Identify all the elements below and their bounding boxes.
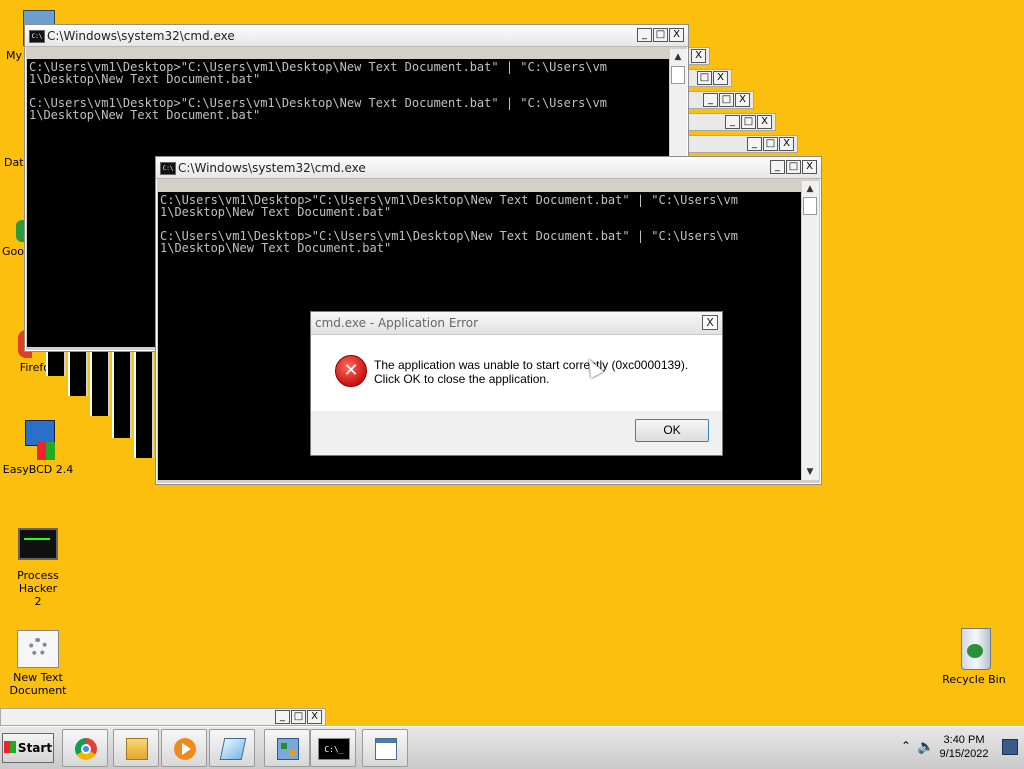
desktop-icon-new-text-document[interactable]: New Text Document — [2, 630, 74, 697]
window-controls: _ □ X — [703, 93, 750, 107]
notepad-icon — [219, 738, 247, 760]
batch-file-icon — [17, 630, 59, 668]
scroll-up-icon[interactable]: ▲ — [802, 181, 818, 197]
taskbar-media-player[interactable] — [161, 729, 207, 767]
dialog-body: ✕ The application was unable to start co… — [311, 335, 722, 411]
control-panel-icon — [277, 738, 299, 760]
window-title: C:\Windows\system32\cmd.exe — [47, 29, 235, 43]
scroll-thumb[interactable] — [803, 197, 817, 215]
desktop-icon-label: Document — [9, 684, 67, 697]
system-tray: ⌃ 🔈 3:40 PM 9/15/2022 — [899, 727, 1024, 769]
maximize-button[interactable]: □ — [653, 28, 668, 42]
cmd-icon: C:\ — [29, 30, 45, 43]
stacked-window-edge — [112, 346, 132, 438]
maximize-button[interactable]: □ — [741, 115, 756, 129]
taskbar-cmd[interactable]: C:\_ — [310, 729, 356, 767]
maximize-button[interactable]: □ — [291, 710, 306, 724]
desktop-icon-label: Recycle Bin — [942, 673, 1006, 686]
minimized-window-titlebar[interactable]: _ □ X — [0, 708, 326, 726]
window-title: C:\Windows\system32\cmd.exe — [178, 161, 366, 175]
maximize-button[interactable]: □ — [697, 71, 712, 85]
clock[interactable]: 3:40 PM 9/15/2022 — [934, 733, 994, 761]
taskbar-control-panel[interactable] — [264, 729, 310, 767]
vertical-scrollbar[interactable]: ▲ ▼ — [801, 181, 819, 480]
error-icon: ✕ — [335, 355, 367, 387]
minimize-button[interactable]: _ — [703, 93, 718, 107]
dialog-close-button[interactable]: X — [702, 315, 718, 330]
stacked-window-edge — [68, 346, 88, 396]
close-button[interactable]: X — [669, 28, 684, 42]
scroll-up-icon[interactable]: ▲ — [670, 49, 686, 65]
desktop-icon-label: Process Hacker — [17, 569, 59, 595]
close-button[interactable]: X — [735, 93, 750, 107]
window-controls: _ □ X — [275, 710, 322, 724]
scroll-thumb[interactable] — [671, 66, 685, 84]
desktop-icon-label: 2 — [34, 595, 42, 608]
close-button[interactable]: X — [691, 49, 706, 63]
close-button[interactable]: X — [779, 137, 794, 151]
start-label: Start — [17, 741, 53, 755]
window-controls: □ X — [697, 71, 728, 85]
windows-flag-icon — [3, 741, 16, 753]
application-error-dialog[interactable]: cmd.exe - Application Error X ✕ The appl… — [310, 311, 723, 456]
taskbar-notepad[interactable] — [209, 729, 255, 767]
taskbar-window[interactable] — [362, 729, 408, 767]
window-titlebar[interactable]: C:\ C:\Windows\system32\cmd.exe _ □ X — [156, 157, 821, 179]
volume-icon[interactable]: 🔈 — [917, 739, 934, 755]
ok-button[interactable]: OK — [635, 419, 709, 442]
dialog-title: cmd.exe - Application Error — [315, 316, 479, 330]
taskbar-explorer[interactable] — [113, 729, 159, 767]
stacked-window-edge — [90, 346, 110, 416]
minimize-button[interactable]: _ — [725, 115, 740, 129]
show-hidden-icons-icon[interactable]: ⌃ — [901, 739, 911, 753]
stacked-window-edge — [134, 346, 154, 458]
folder-icon — [126, 738, 148, 760]
media-player-icon — [174, 738, 196, 760]
recycle-bin-icon — [959, 626, 991, 670]
close-button[interactable]: X — [802, 160, 817, 174]
start-button[interactable]: Start — [2, 733, 54, 763]
close-button[interactable]: X — [713, 71, 728, 85]
window-controls: _ □ X — [637, 28, 684, 42]
process-hacker-icon — [16, 526, 60, 566]
minimize-button[interactable]: _ — [747, 137, 762, 151]
minimize-button[interactable]: _ — [275, 710, 290, 724]
dialog-titlebar[interactable]: cmd.exe - Application Error X — [311, 312, 722, 335]
window-controls: _ □ X — [770, 160, 817, 174]
chrome-icon — [75, 738, 97, 760]
taskbar-chrome[interactable] — [62, 729, 108, 767]
dialog-message: The application was unable to start corr… — [374, 358, 689, 386]
close-button[interactable]: X — [757, 115, 772, 129]
maximize-button[interactable]: □ — [763, 137, 778, 151]
clock-date: 9/15/2022 — [939, 748, 989, 760]
cmd-icon: C:\_ — [318, 738, 350, 760]
action-center-icon[interactable] — [1002, 739, 1018, 755]
window-icon — [375, 738, 397, 760]
maximize-button[interactable]: □ — [786, 160, 801, 174]
cmd-icon: C:\ — [160, 162, 176, 175]
scroll-down-icon[interactable]: ▼ — [802, 464, 818, 480]
clock-time: 3:40 PM — [943, 734, 985, 746]
easybcd-icon — [21, 420, 55, 460]
window-controls: _ □ X — [725, 115, 772, 129]
window-titlebar[interactable]: C:\ C:\Windows\system32\cmd.exe _ □ X — [25, 25, 688, 47]
window-controls: _ □ X — [747, 137, 794, 151]
window-controls: X — [691, 49, 706, 63]
desktop-icon-easybcd[interactable]: EasyBCD 2.4 — [2, 420, 74, 476]
desktop-icon-label: EasyBCD 2.4 — [2, 463, 74, 476]
stacked-window-titlebar[interactable]: _ □ X — [686, 135, 798, 153]
taskbar: Start C:\_ ⌃ 🔈 3:40 PM 9/15/2022 — [0, 726, 1024, 769]
desktop-icon-recycle-bin[interactable]: Recycle Bin — [938, 626, 1010, 686]
stacked-window-titlebar[interactable]: _ □ X — [686, 113, 776, 131]
minimize-button[interactable]: _ — [770, 160, 785, 174]
desktop-icon-process-hacker[interactable]: Process Hacker 2 — [2, 526, 74, 608]
desktop-icon-label: New Text — [13, 671, 63, 684]
minimize-button[interactable]: _ — [637, 28, 652, 42]
close-button[interactable]: X — [307, 710, 322, 724]
maximize-button[interactable]: □ — [719, 93, 734, 107]
